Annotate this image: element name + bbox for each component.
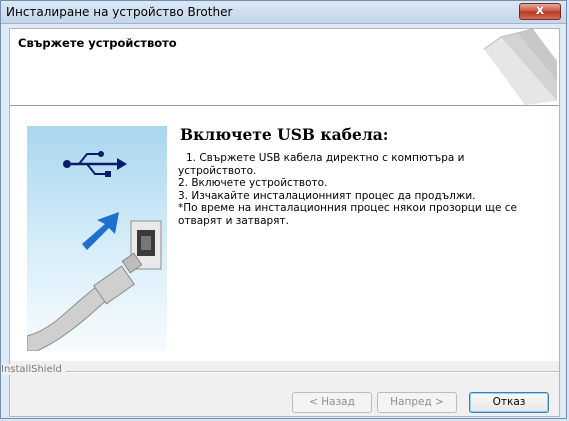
title-bar[interactable]: Инсталиране на устройство Brother x [1,1,566,24]
header-decoration-graphic [483,29,557,105]
cancel-button[interactable]: Отказ [469,392,549,413]
instruction-text: 1. Свържете USB кабела директно с компют… [178,152,553,227]
installshield-brand: InstallShield [1,364,66,375]
instruction-line: устройството. [178,164,257,177]
back-button[interactable]: < Назад [292,392,372,413]
dialog-content: Свържете устройството Включете USB кабел… [1,28,560,417]
footer-divider [54,371,559,373]
header-panel: Свържете устройството [10,29,559,106]
instruction-line: 2. Включете устройството. [178,177,328,189]
instruction-line: *По време на инсталационния процес някои… [178,202,517,214]
installer-window: Инсталиране на устройство Brother x Свър… [0,0,567,419]
instruction-heading: Включете USB кабела: [180,125,389,144]
instruction-line: отварят и затварят. [178,214,289,227]
window-title: Инсталиране на устройство Brother [6,5,233,19]
step-title: Свържете устройството [18,36,177,50]
instruction-line: 1. Свържете USB кабела директно с компют… [186,152,465,164]
instruction-line: 3. Изчакайте инсталационният процес да п… [178,189,476,202]
close-button[interactable]: x [519,3,561,20]
main-panel: Включете USB кабела: 1. Свържете USB каб… [10,106,559,361]
next-button[interactable]: Напред > [377,392,457,413]
usb-cable-illustration [27,126,167,351]
close-icon: x [535,3,545,18]
